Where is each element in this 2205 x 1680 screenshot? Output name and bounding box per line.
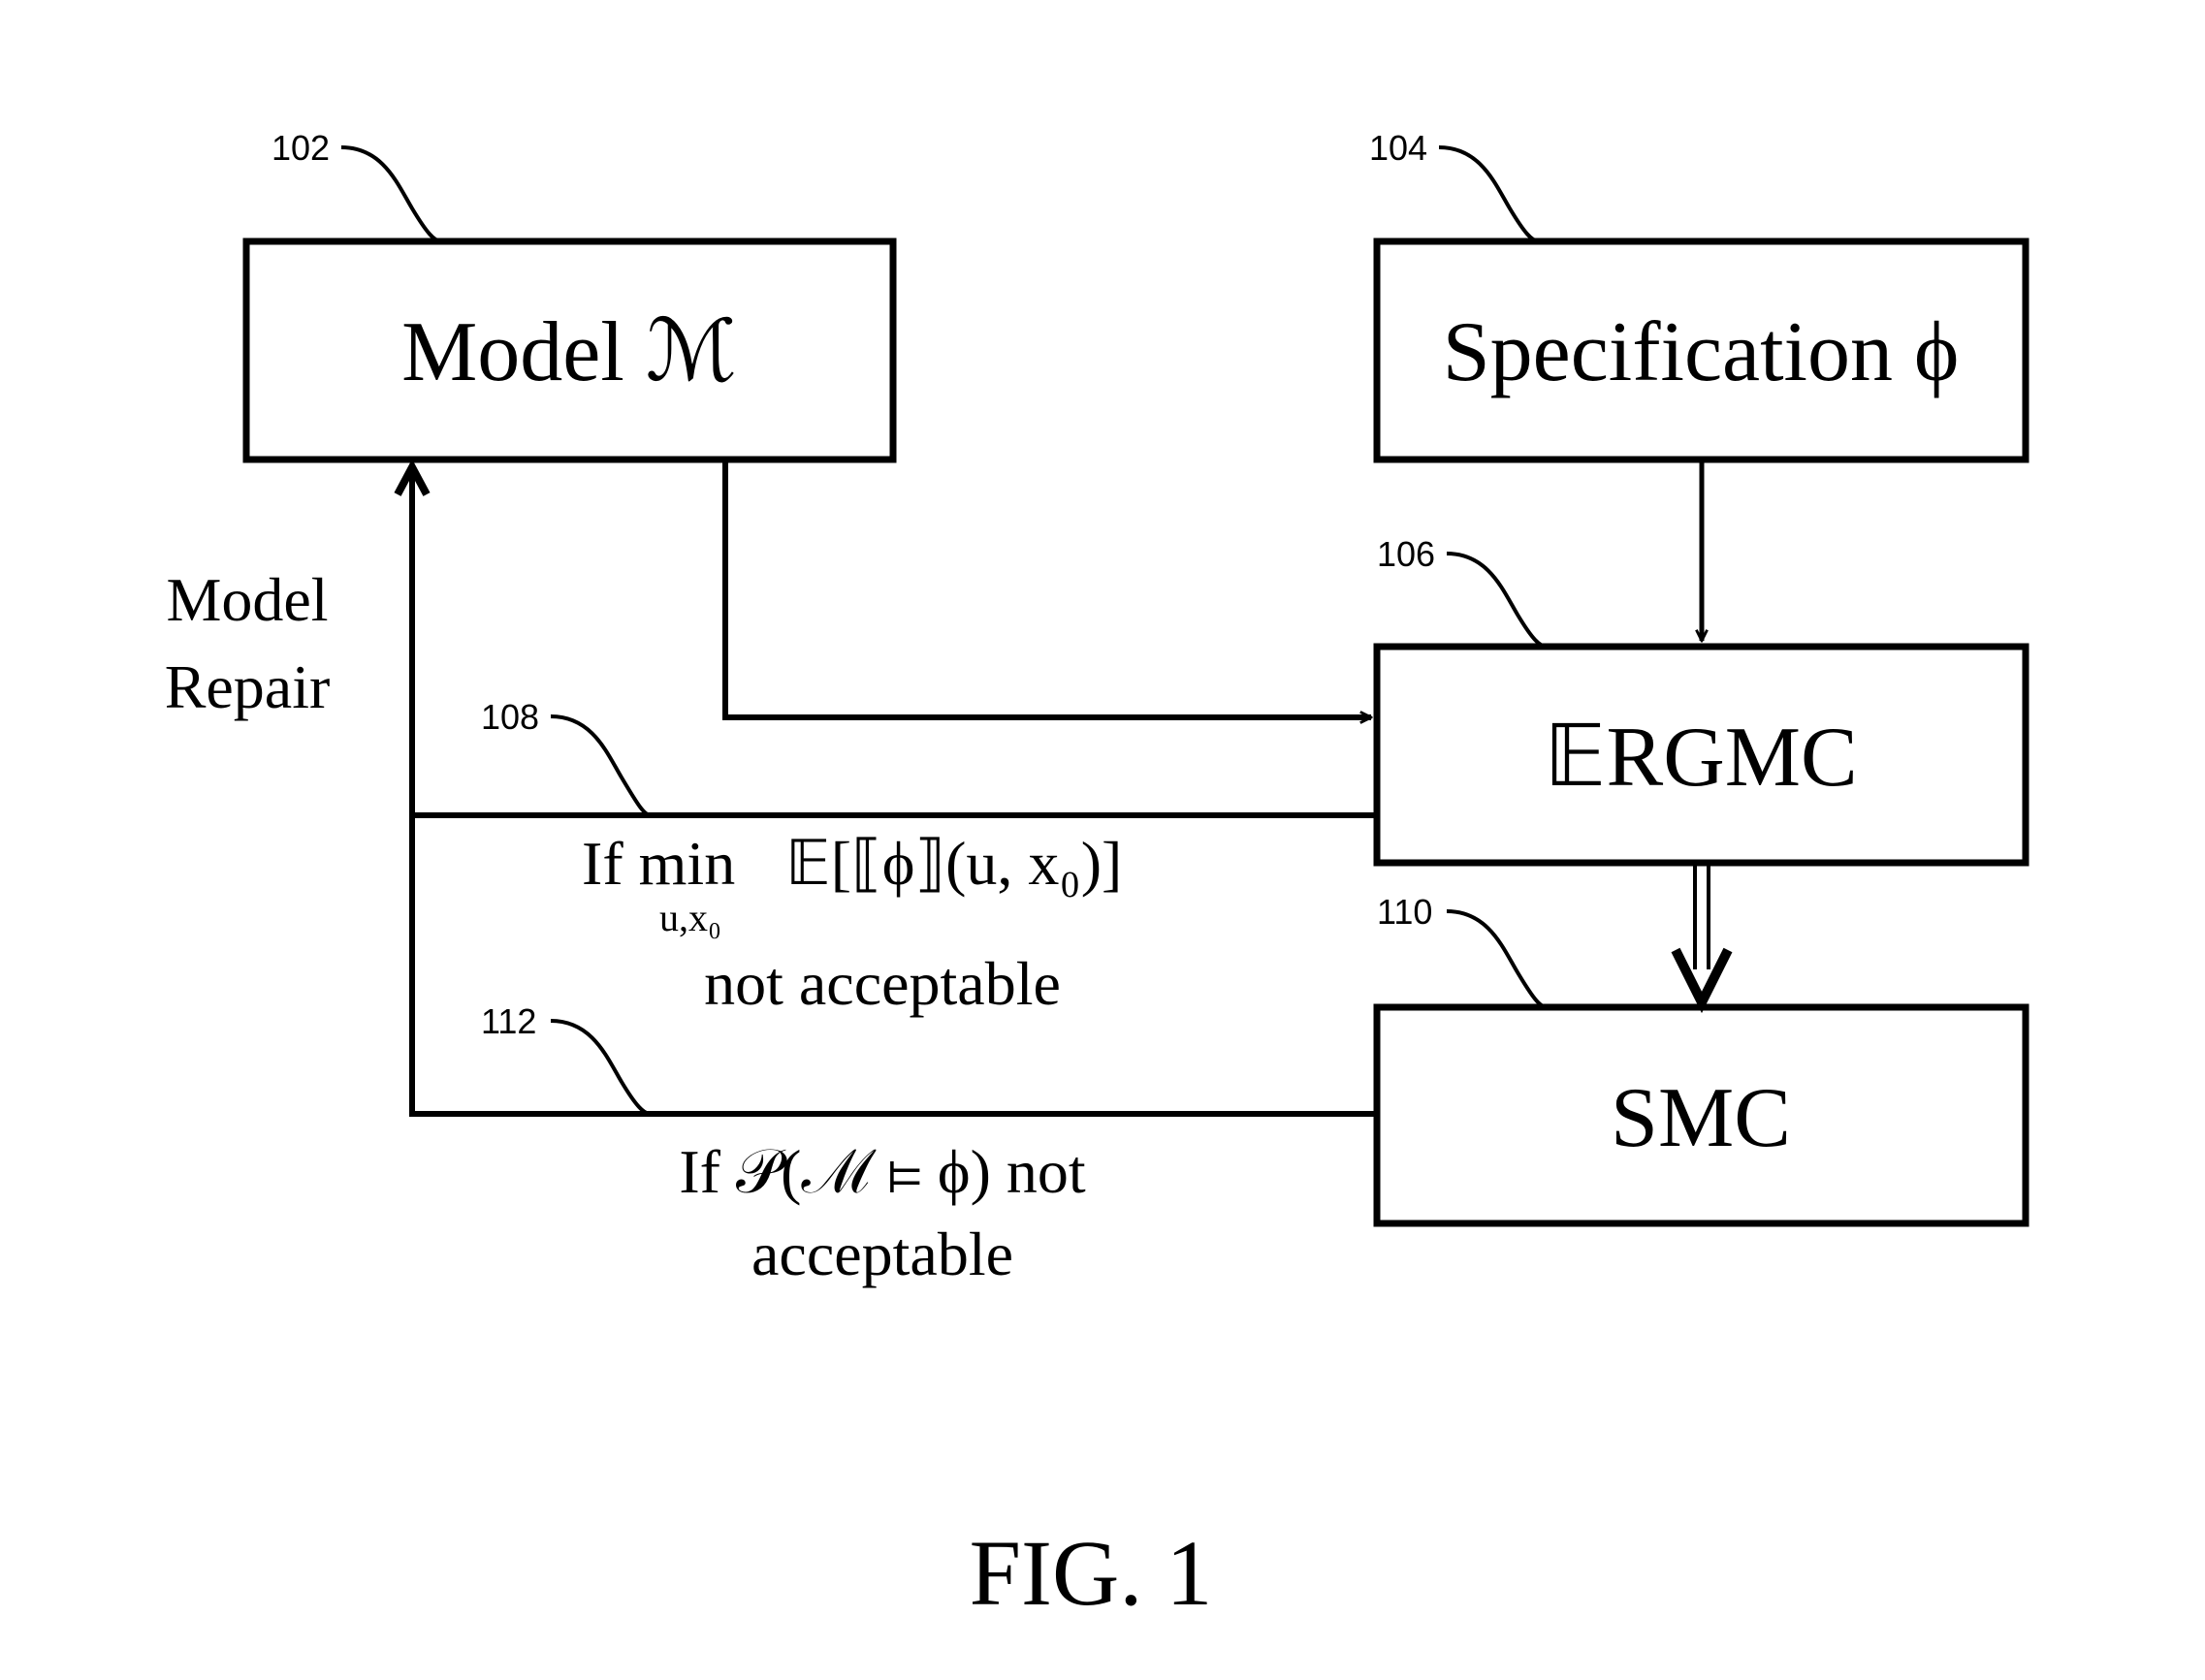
model-box-label: Model ℳ: [401, 305, 737, 399]
condition-108-subscript: u,x₀: [659, 896, 721, 939]
flow-diagram: Model ℳ Specification ϕ 𝔼RGMC SMC 102 10…: [165, 128, 2029, 1625]
model-repair-label-line1: Model: [166, 565, 328, 634]
condition-108-expression: 𝔼[⟦ϕ⟧(u, x₀)]: [785, 829, 1122, 898]
svg-text:110: 110: [1377, 892, 1432, 932]
ref-112: 112: [481, 1001, 652, 1116]
smc-box-label: SMC: [1611, 1071, 1791, 1165]
model-repair-label-line2: Repair: [165, 652, 331, 721]
ref-104: 104: [1369, 128, 1540, 243]
figure-caption: FIG. 1: [970, 1521, 1213, 1625]
ref-108: 108: [481, 697, 652, 817]
svg-text:112: 112: [481, 1001, 536, 1041]
ref-106: 106: [1377, 534, 1548, 649]
svg-text:108: 108: [481, 697, 539, 737]
ref-110: 110: [1377, 892, 1548, 1009]
svg-text:102: 102: [272, 128, 330, 168]
model-to-ergmc-arrow: [722, 460, 1371, 717]
specification-box-label: Specification ϕ: [1443, 305, 1960, 399]
condition-108-prefix: If min: [582, 829, 735, 898]
condition-112-line2: acceptable: [751, 1220, 1013, 1288]
svg-text:106: 106: [1377, 534, 1435, 574]
ref-102: 102: [272, 128, 442, 243]
ergmc-to-smc-arrow: [1671, 863, 1733, 1014]
svg-text:104: 104: [1369, 128, 1427, 168]
ergmc-box-label: 𝔼RGMC: [1544, 711, 1857, 805]
condition-108-line2: not acceptable: [704, 949, 1061, 1018]
condition-112-line1: If 𝒫(ℳ ⊨ ϕ) not: [679, 1137, 1086, 1206]
